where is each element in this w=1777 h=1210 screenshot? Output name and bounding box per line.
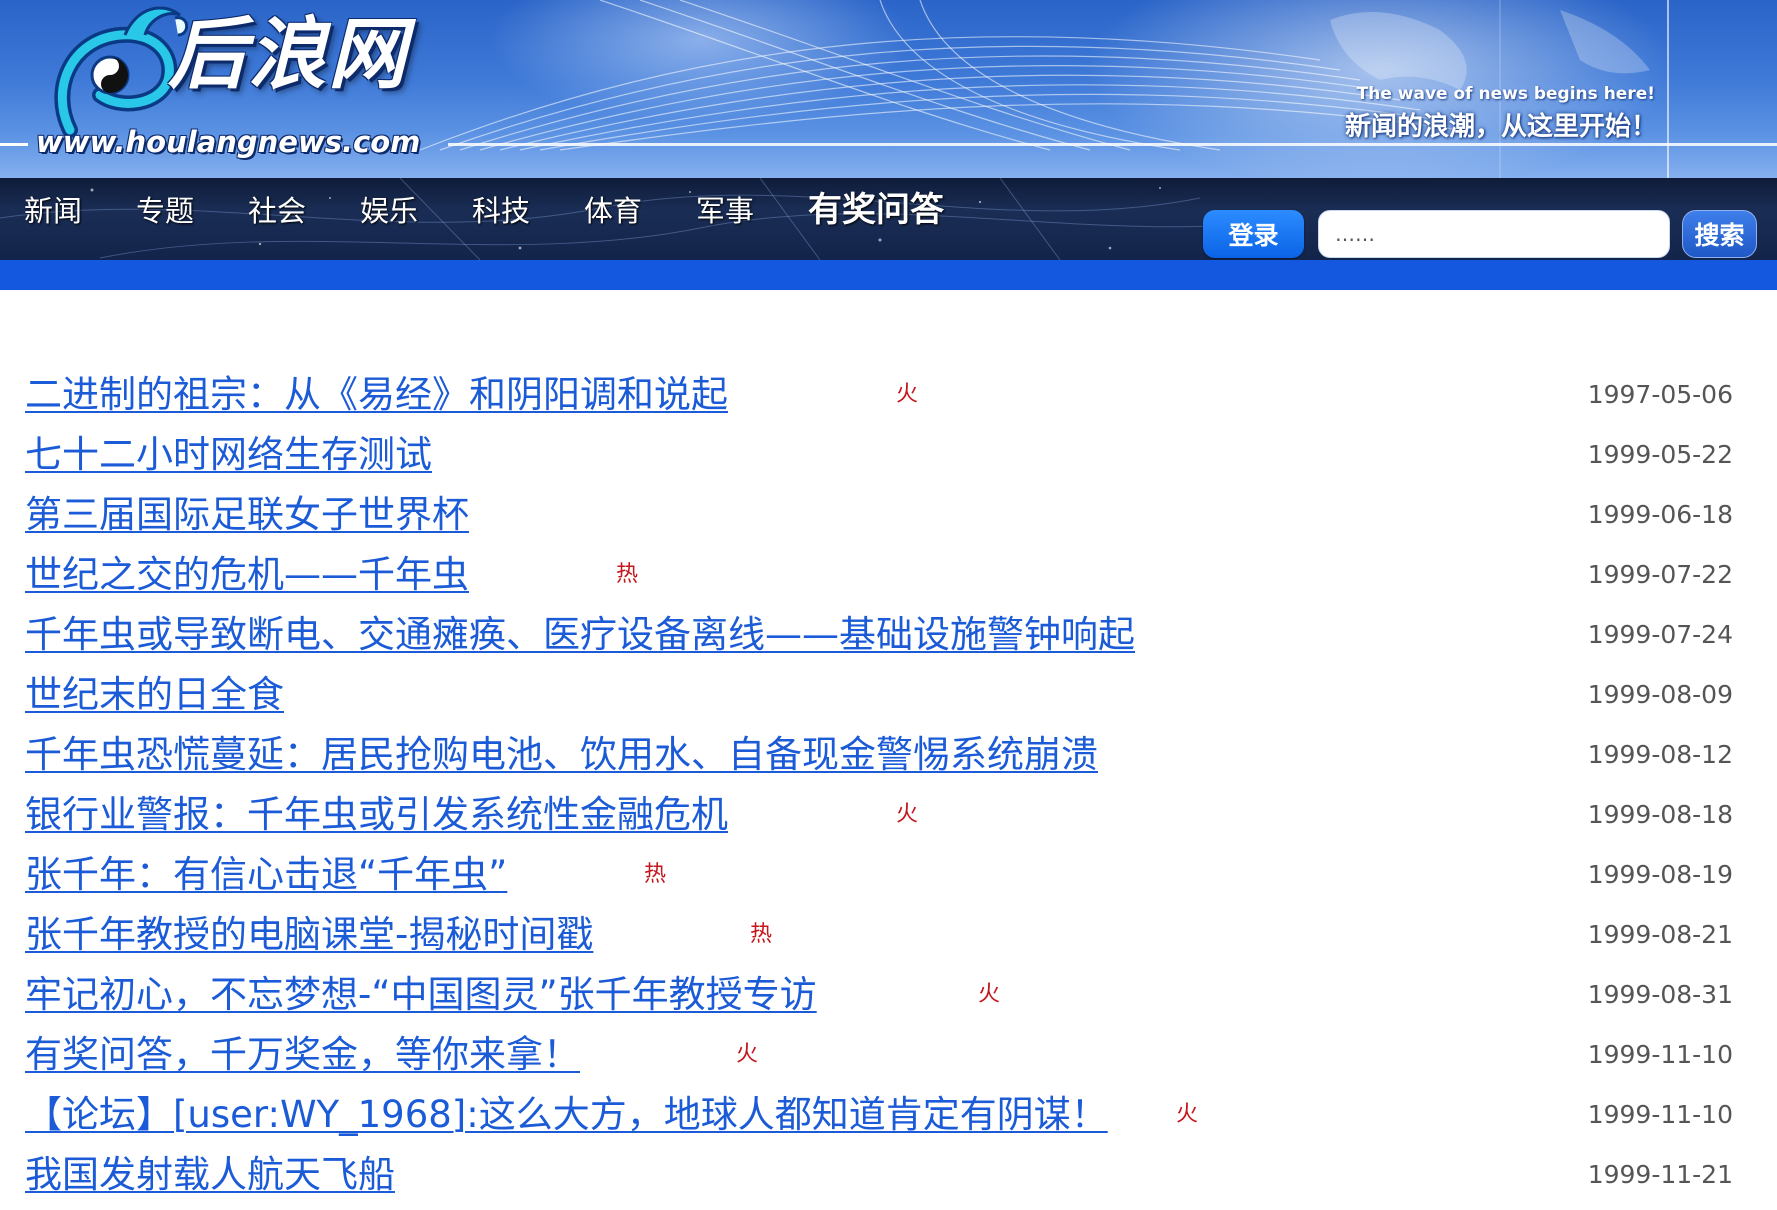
- hot-tag: 火: [736, 1042, 759, 1067]
- news-date: 1999-08-09: [1587, 680, 1733, 709]
- news-date: 1999-05-22: [1587, 440, 1733, 469]
- hot-tag: 火: [896, 802, 919, 827]
- news-date: 1999-08-19: [1587, 860, 1733, 889]
- news-date: 1999-11-10: [1587, 1100, 1733, 1129]
- news-title-link[interactable]: 张千年：有信心击退“千年虫”: [25, 850, 507, 900]
- news-date: 1999-08-31: [1587, 980, 1733, 1009]
- login-button[interactable]: 登录: [1203, 210, 1304, 258]
- news-item: 千年虫恐慌蔓延：居民抢购电池、饮用水、自备现金警惕系统崩溃 1999-08-12: [0, 730, 1777, 790]
- news-item: 世纪之交的危机——千年虫 热 1999-07-22: [0, 550, 1777, 610]
- nav-underbar: [0, 260, 1777, 290]
- news-title-link[interactable]: 七十二小时网络生存测试: [25, 430, 432, 480]
- hot-tag: 火: [1176, 1102, 1199, 1127]
- news-item: 牢记初心，不忘梦想-“中国图灵”张千年教授专访 火 1999-08-31: [0, 970, 1777, 1030]
- news-title-link[interactable]: 千年虫或导致断电、交通瘫痪、医疗设备离线——基础设施警钟响起: [25, 610, 1135, 660]
- slogan-english: The wave of news begins here!: [1356, 84, 1655, 104]
- nav-news[interactable]: 新闻: [24, 194, 82, 229]
- news-item: 银行业警报：千年虫或引发系统性金融危机 火 1999-08-18: [0, 790, 1777, 850]
- news-date: 1999-08-12: [1587, 740, 1733, 769]
- news-item: 七十二小时网络生存测试 1999-05-22: [0, 430, 1777, 490]
- news-item: 世纪末的日全食 1999-08-09: [0, 670, 1777, 730]
- slogan-chinese: 新闻的浪潮，从这里开始！: [1344, 112, 1657, 142]
- site-banner: 后浪网 www.houlangnews.com The wave of news…: [0, 0, 1777, 178]
- url-divider-left: [0, 143, 28, 146]
- hot-tag: 热: [644, 862, 667, 887]
- news-item: 千年虫或导致断电、交通瘫痪、医疗设备离线——基础设施警钟响起 1999-07-2…: [0, 610, 1777, 670]
- nav-prize-quiz[interactable]: 有奖问答: [808, 190, 944, 231]
- search-input[interactable]: [1318, 210, 1670, 258]
- nav-military[interactable]: 军事: [696, 194, 754, 229]
- news-item: 【论坛】[user:WY_1968]:这么大方，地球人都知道肯定有阴谋！ 火 1…: [0, 1090, 1777, 1150]
- search-button[interactable]: 搜索: [1682, 210, 1757, 258]
- news-title-link[interactable]: 【论坛】[user:WY_1968]:这么大方，地球人都知道肯定有阴谋！: [25, 1090, 1108, 1140]
- nav-entertainment[interactable]: 娱乐: [360, 194, 418, 229]
- news-date: 1999-08-21: [1587, 920, 1733, 949]
- news-date: 1999-07-22: [1587, 560, 1733, 589]
- news-item: 第三届国际足联女子世界杯 1999-06-18: [0, 490, 1777, 550]
- news-title-link[interactable]: 银行业警报：千年虫或引发系统性金融危机: [25, 790, 728, 840]
- news-item: 二进制的祖宗：从《易经》和阴阳调和说起 火 1997-05-06: [0, 370, 1777, 430]
- url-divider-right: [448, 143, 1777, 146]
- news-item: 有奖问答，千万奖金，等你来拿！ 火 1999-11-10: [0, 1030, 1777, 1090]
- nav-society[interactable]: 社会: [248, 194, 306, 229]
- news-title-link[interactable]: 世纪末的日全食: [25, 670, 284, 720]
- nav-sports[interactable]: 体育: [584, 194, 642, 229]
- nav-special-topics[interactable]: 专题: [136, 194, 194, 229]
- news-title-link[interactable]: 张千年教授的电脑课堂-揭秘时间戳: [25, 910, 593, 960]
- news-title-link[interactable]: 二进制的祖宗：从《易经》和阴阳调和说起: [25, 370, 728, 420]
- hot-tag: 热: [616, 562, 639, 587]
- site-url: www.houlangnews.com: [36, 125, 421, 159]
- news-list: 二进制的祖宗：从《易经》和阴阳调和说起 火 1997-05-06 七十二小时网络…: [0, 370, 1777, 1210]
- news-date: 1999-07-24: [1587, 620, 1733, 649]
- news-title-link[interactable]: 有奖问答，千万奖金，等你来拿！: [25, 1030, 580, 1080]
- news-title-link[interactable]: 千年虫恐慌蔓延：居民抢购电池、饮用水、自备现金警惕系统崩溃: [25, 730, 1098, 780]
- news-title-link[interactable]: 世纪之交的危机——千年虫: [25, 550, 469, 600]
- nav-technology[interactable]: 科技: [472, 194, 530, 229]
- hot-tag: 火: [896, 382, 919, 407]
- hot-tag: 火: [978, 982, 1001, 1007]
- news-item: 张千年教授的电脑课堂-揭秘时间戳 热 1999-08-21: [0, 910, 1777, 970]
- news-date: 1999-11-21: [1587, 1160, 1733, 1189]
- news-item: 我国发射载人航天飞船 1999-11-21: [0, 1150, 1777, 1210]
- site-logo-text: 后浪网: [168, 10, 409, 100]
- news-item: 张千年：有信心击退“千年虫” 热 1999-08-19: [0, 850, 1777, 910]
- news-date: 1999-06-18: [1587, 500, 1733, 529]
- news-date: 1999-11-10: [1587, 1040, 1733, 1069]
- news-title-link[interactable]: 第三届国际足联女子世界杯: [25, 490, 469, 540]
- news-title-link[interactable]: 牢记初心，不忘梦想-“中国图灵”张千年教授专访: [25, 970, 817, 1020]
- hot-tag: 热: [750, 922, 773, 947]
- news-date: 1997-05-06: [1587, 380, 1733, 409]
- news-date: 1999-08-18: [1587, 800, 1733, 829]
- news-title-link[interactable]: 我国发射载人航天飞船: [25, 1150, 395, 1200]
